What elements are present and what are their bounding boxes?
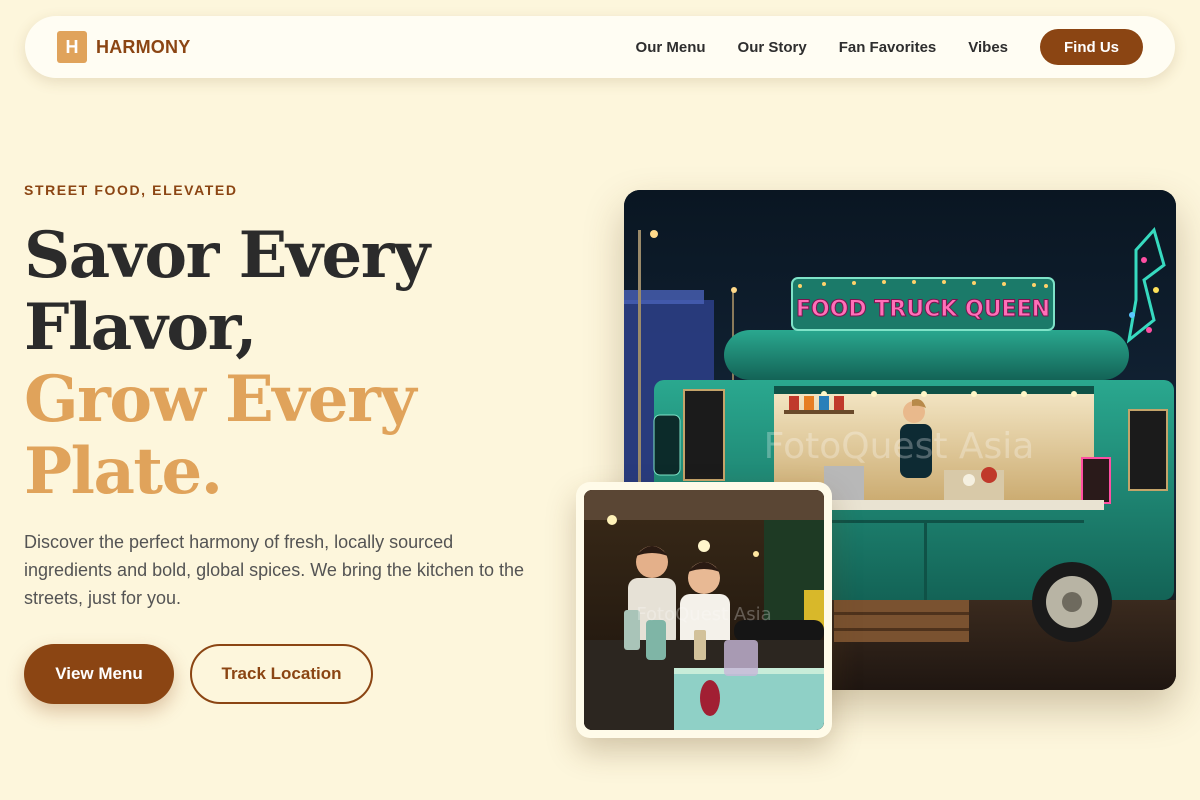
cooks-photo-frame: FotoQuest Asia xyxy=(576,482,832,738)
find-us-button[interactable]: Find Us xyxy=(1040,29,1143,65)
truck-sign-text: FOOD TRUCK QUEEN xyxy=(796,297,1050,322)
brand-name: HARMONY xyxy=(96,36,191,57)
cooks-illustration: FotoQuest Asia xyxy=(584,490,824,730)
view-menu-button[interactable]: View Menu xyxy=(24,644,174,704)
nav-link-our-menu[interactable]: Our Menu xyxy=(636,39,706,56)
brand-mark-icon: H xyxy=(57,31,87,63)
top-navigation: H HARMONY Our Menu Our Story Fan Favorit… xyxy=(25,16,1175,78)
hero-description: Discover the perfect harmony of fresh, l… xyxy=(24,532,524,608)
headline-line-1: Savor Every xyxy=(24,218,430,293)
small-photo-watermark: FotoQuest Asia xyxy=(636,604,771,625)
track-location-button[interactable]: Track Location xyxy=(190,644,373,704)
brand-logo[interactable]: H HARMONY xyxy=(57,31,190,63)
nav-links: Our Menu Our Story Fan Favorites Vibes F… xyxy=(636,29,1143,65)
nav-link-fan-favorites[interactable]: Fan Favorites xyxy=(839,39,937,56)
main-photo-watermark: FotoQuest Asia xyxy=(764,426,1035,467)
hero-eyebrow: STREET FOOD, ELEVATED xyxy=(24,182,238,198)
cooks-photo: FotoQuest Asia xyxy=(584,490,824,730)
nav-link-vibes[interactable]: Vibes xyxy=(968,39,1008,56)
hero-headline: Savor Every Flavor, Grow Every Plate. xyxy=(24,220,584,508)
headline-line-4: Plate. xyxy=(24,434,223,509)
headline-line-3: Grow Every xyxy=(24,362,417,437)
headline-line-2: Flavor, xyxy=(24,290,257,365)
nav-link-our-story[interactable]: Our Story xyxy=(738,39,807,56)
